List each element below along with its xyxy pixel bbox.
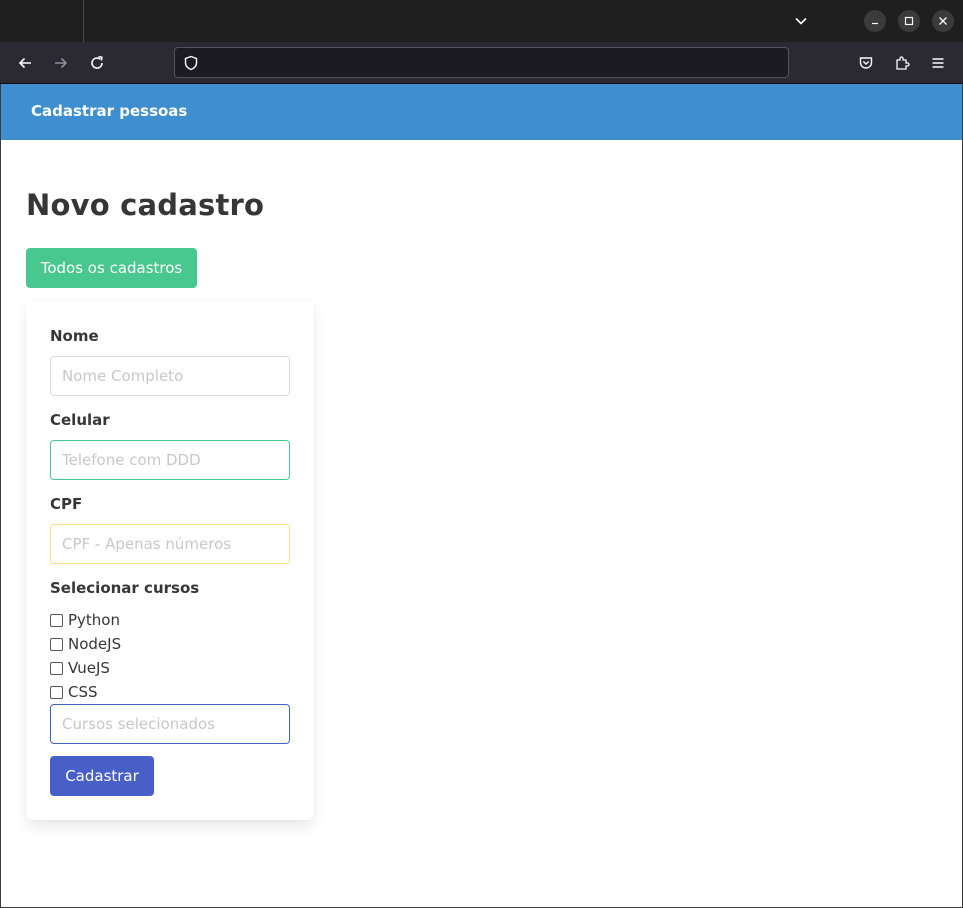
course-option-nodejs[interactable]: NodeJS [50, 634, 121, 654]
celular-label: Celular [50, 411, 110, 429]
course-option-label: VueJS [68, 659, 110, 677]
extensions-icon [896, 56, 910, 70]
reload-button[interactable] [83, 50, 111, 76]
submit-button[interactable]: Cadastrar [50, 756, 154, 796]
back-button[interactable] [11, 50, 39, 76]
page-content: Cadastrar pessoas Novo cadastro Todos os… [0, 84, 963, 908]
checkbox[interactable] [50, 685, 63, 699]
app-header: Cadastrar pessoas [1, 84, 962, 140]
close-icon [939, 17, 947, 25]
forward-button[interactable] [47, 50, 75, 76]
tab-list-button[interactable] [788, 8, 814, 34]
maximize-icon [904, 16, 914, 26]
register-form-card: Nome Celular CPF Selecionar cursos Pytho… [26, 300, 314, 820]
minimize-button[interactable] [864, 10, 886, 32]
course-option-vuejs[interactable]: VueJS [50, 658, 110, 678]
nome-label: Nome [50, 327, 99, 345]
checkbox[interactable] [50, 613, 63, 627]
chevron-down-icon [795, 17, 807, 25]
celular-input[interactable] [50, 440, 290, 480]
course-option-css[interactable]: CSS [50, 682, 98, 702]
pocket-button[interactable] [852, 50, 880, 76]
all-records-button[interactable]: Todos os cadastros [26, 248, 197, 288]
reload-icon [91, 56, 103, 69]
browser-tab[interactable] [0, 0, 84, 42]
app-menu-button[interactable] [924, 50, 952, 76]
page-title: Novo cadastro [26, 188, 265, 222]
brand-link[interactable]: Cadastrar pessoas [31, 102, 187, 120]
url-input[interactable] [207, 51, 777, 74]
browser-titlebar [0, 0, 963, 42]
minimize-icon [872, 22, 878, 25]
checkbox[interactable] [50, 637, 63, 651]
shield-icon[interactable] [181, 53, 201, 73]
checkbox[interactable] [50, 661, 63, 675]
hamburger-menu-icon [932, 58, 944, 68]
cpf-input[interactable] [50, 524, 290, 564]
course-option-label: Python [68, 611, 120, 629]
url-bar[interactable] [174, 47, 789, 78]
back-arrow-icon [18, 57, 31, 69]
cpf-label: CPF [50, 495, 83, 513]
browser-navbar [0, 42, 963, 84]
extensions-button[interactable] [888, 50, 916, 76]
cursos-label: Selecionar cursos [50, 579, 200, 597]
maximize-button[interactable] [898, 10, 920, 32]
course-option-label: CSS [68, 683, 98, 701]
pocket-icon [859, 57, 873, 69]
nome-input[interactable] [50, 356, 290, 396]
selected-courses-input[interactable] [50, 704, 290, 744]
course-option-python[interactable]: Python [50, 610, 120, 630]
forward-arrow-icon [55, 57, 68, 69]
course-option-label: NodeJS [68, 635, 122, 653]
close-window-button[interactable] [932, 10, 954, 32]
